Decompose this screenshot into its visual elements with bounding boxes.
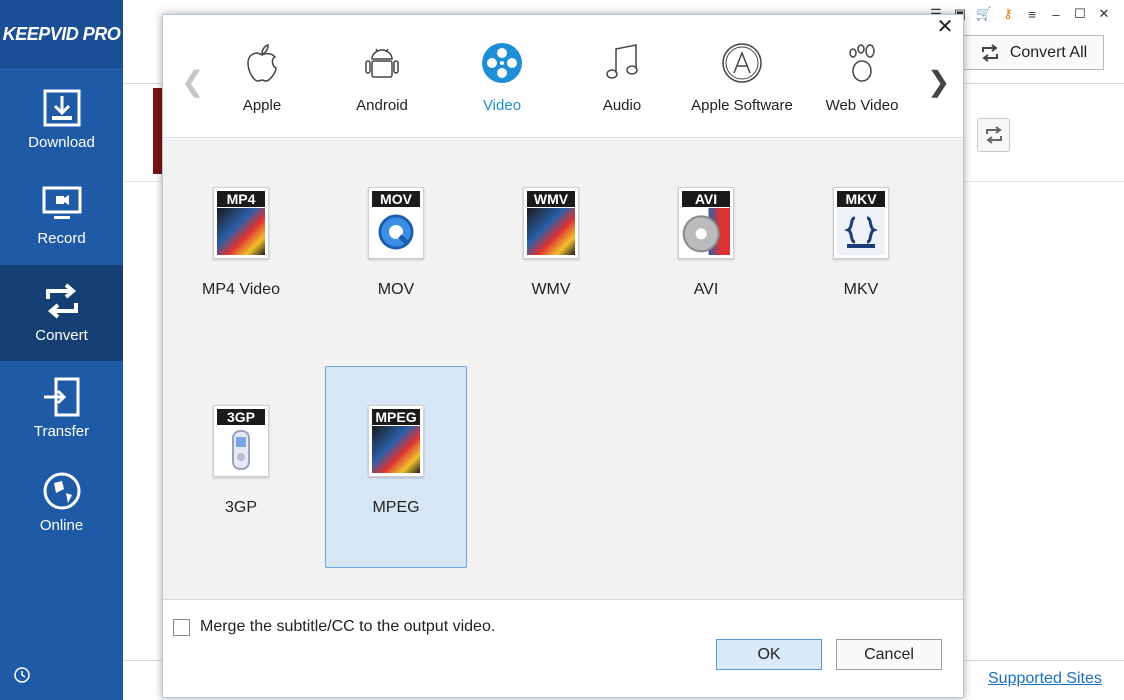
avi-file-icon: AVI: [678, 187, 734, 259]
tab-label: Web Video: [825, 97, 899, 114]
tab-video[interactable]: Video: [442, 41, 562, 114]
format-label: AVI: [693, 281, 719, 298]
chevron-left-icon[interactable]: ❮: [181, 65, 204, 98]
sidebar-item-record[interactable]: Record: [0, 168, 123, 264]
format-tag: WMV: [527, 191, 575, 207]
convert-icon: [45, 283, 78, 319]
tab-label: Audio: [602, 97, 642, 114]
cancel-button[interactable]: Cancel: [836, 639, 942, 670]
menu-icon[interactable]: ≡: [1024, 6, 1040, 22]
format-tag: MP4: [217, 191, 265, 207]
transfer-icon: [43, 377, 79, 417]
sidebar-item-transfer[interactable]: Transfer: [0, 361, 123, 457]
key-icon[interactable]: ⚷: [1000, 6, 1016, 22]
format-tag: AVI: [682, 191, 730, 207]
format-tag: MPEG: [372, 409, 420, 425]
chevron-right-icon[interactable]: ❯: [927, 65, 950, 98]
supported-sites-link[interactable]: Supported Sites: [988, 670, 1102, 688]
video-file-icon: MP4: [213, 187, 269, 259]
format-dialog: ❮ Apple Android Video Audio Apple Softwa…: [162, 14, 964, 698]
convert-item-button[interactable]: [977, 118, 1010, 152]
format-grid: MP4 MP4 Video MOV MOV WMV WMV AVI AVI MK…: [163, 139, 963, 599]
quicktime-file-icon: MOV: [368, 187, 424, 259]
close-icon[interactable]: ✕: [1096, 6, 1112, 22]
category-bar: ❮ Apple Android Video Audio Apple Softwa…: [163, 15, 963, 138]
merge-subtitle-label: Merge the subtitle/CC to the output vide…: [200, 618, 496, 635]
sidebar: KEEPVID PRO Download Record Convert Tran…: [0, 0, 123, 700]
format-label: MOV: [377, 281, 415, 298]
format-tag: MKV: [837, 191, 885, 207]
music-note-icon: [606, 44, 638, 79]
format-tag: MOV: [372, 191, 420, 207]
apple-icon: [247, 43, 277, 82]
convert-icon: [985, 126, 1002, 144]
android-icon: [365, 48, 399, 78]
ok-button[interactable]: OK: [716, 639, 822, 670]
record-icon: [42, 186, 81, 219]
sidebar-item-convert[interactable]: Convert: [0, 265, 123, 361]
sidebar-item-label: Convert: [35, 327, 88, 344]
format-wmv[interactable]: WMV WMV: [480, 149, 622, 351]
download-icon: [43, 89, 80, 127]
online-icon: [43, 472, 80, 510]
sidebar-item-label: Download: [28, 134, 95, 151]
minimize-icon[interactable]: –: [1048, 6, 1064, 22]
format-label: MPEG: [372, 499, 420, 516]
format-mov[interactable]: MOV MOV: [325, 149, 467, 351]
format-avi[interactable]: AVI AVI: [635, 149, 777, 351]
convert-all-label: Convert All: [1009, 43, 1088, 61]
matroska-file-icon: MKV: [833, 187, 889, 259]
sidebar-item-online[interactable]: Online: [0, 455, 123, 551]
tab-web-video[interactable]: Web Video: [802, 41, 922, 114]
convert-icon: [981, 43, 998, 62]
phone-file-icon: 3GP: [213, 405, 269, 477]
video-file-icon: WMV: [523, 187, 579, 259]
merge-subtitle-option[interactable]: Merge the subtitle/CC to the output vide…: [173, 618, 495, 636]
format-label: MP4 Video: [202, 281, 280, 298]
gnome-foot-icon: [849, 44, 875, 82]
sidebar-item-download[interactable]: Download: [0, 72, 123, 168]
divider: [163, 599, 963, 600]
format-label: WMV: [531, 281, 571, 298]
format-tag: 3GP: [217, 409, 265, 425]
format-label: MKV: [843, 281, 879, 298]
alarm-clock-icon[interactable]: [12, 664, 32, 684]
tab-apple[interactable]: Apple: [202, 41, 322, 114]
close-icon[interactable]: ✕: [935, 17, 955, 37]
video-file-icon: MPEG: [368, 405, 424, 477]
tab-label: Apple: [242, 97, 282, 114]
video-reel-icon: [482, 43, 522, 83]
format-mpeg[interactable]: MPEG MPEG: [325, 366, 467, 568]
convert-all-button[interactable]: Convert All: [963, 35, 1104, 70]
sidebar-item-label: Online: [39, 517, 84, 534]
format-mkv[interactable]: MKV MKV: [790, 149, 932, 351]
format-mp4[interactable]: MP4 MP4 Video: [170, 149, 312, 351]
tab-android[interactable]: Android: [322, 41, 442, 114]
tab-label: Android: [356, 97, 408, 114]
tab-audio[interactable]: Audio: [562, 41, 682, 114]
maximize-icon[interactable]: ☐: [1072, 6, 1088, 22]
tab-label: Video: [482, 97, 522, 114]
tab-label: Apple Software: [691, 97, 793, 114]
app-logo: KEEPVID PRO: [0, 0, 123, 70]
cart-icon[interactable]: 🛒: [976, 6, 992, 22]
app-store-icon: [722, 43, 762, 83]
merge-subtitle-checkbox[interactable]: [173, 618, 190, 636]
sidebar-item-label: Record: [37, 230, 86, 247]
format-3gp[interactable]: 3GP 3GP: [170, 367, 312, 569]
sidebar-item-label: Transfer: [33, 423, 90, 440]
format-label: 3GP: [224, 499, 257, 516]
tab-apple-software[interactable]: Apple Software: [682, 41, 802, 114]
